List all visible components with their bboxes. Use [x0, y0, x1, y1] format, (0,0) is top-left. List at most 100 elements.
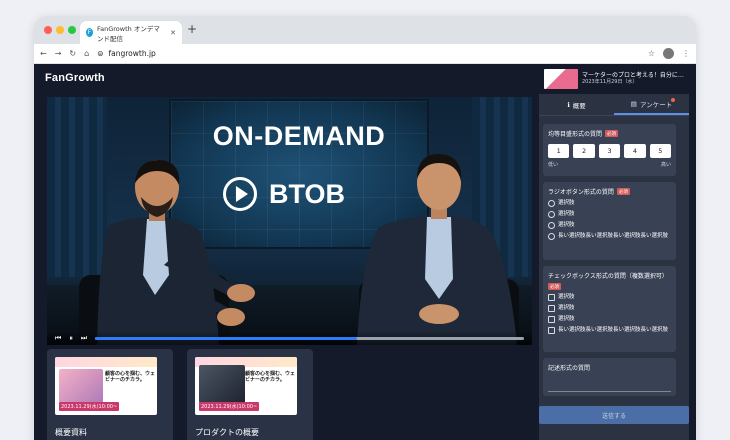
clipboard-icon: ▤	[630, 99, 637, 108]
url-text: fangrowth.jp	[108, 49, 156, 58]
required-badge: 必須	[548, 283, 561, 290]
free-text-input[interactable]	[548, 378, 671, 392]
mini-title: マーケターのプロと考える！自分に…	[582, 72, 684, 79]
speaker-right-figure	[357, 154, 519, 345]
skip-forward-icon[interactable]: ⏭	[81, 334, 87, 343]
checkbox-option[interactable]: 選択肢	[548, 305, 671, 312]
thumb-photo	[199, 365, 245, 403]
info-icon: ℹ	[567, 100, 570, 109]
thumb-band	[55, 357, 157, 367]
checkbox-option[interactable]: 選択肢	[548, 294, 671, 301]
document-list: 顧客の心を掴む、ウェビナーのチカラ。 2023.11.29(水)10:00~ 概…	[47, 349, 313, 440]
pause-icon[interactable]: ⏸	[69, 334, 73, 343]
scale-option-5[interactable]: 5	[649, 144, 672, 158]
question-checkbox: チェックボックス形式の質問（複数選択可） 必須 選択肢 選択肢 選択肢 長い選択…	[543, 266, 676, 352]
option-label: 選択肢	[558, 305, 575, 311]
back-icon[interactable]: ←	[40, 49, 47, 58]
question-title: 記述形式の質問	[548, 365, 591, 372]
forward-icon[interactable]: →	[55, 49, 62, 58]
thumb-date: 2023.11.29(水)10:00~	[59, 402, 120, 411]
mini-session-card[interactable]: マーケターのプロと考える！自分に… 2023年11月29日（水）	[544, 68, 684, 90]
radio-option[interactable]: 選択肢	[548, 200, 671, 207]
browser-tab[interactable]: F FanGrowth オンデマンド配信 ✕	[80, 21, 182, 44]
site-content: FanGrowth ON-DEMAND BTOB ⏮ ⏸ ⏭ 顧客の心を掴む、ウ…	[34, 64, 696, 440]
radio-option[interactable]: 選択肢	[548, 211, 671, 218]
question-text: 記述形式の質問	[543, 358, 676, 396]
mini-date: 2023年11月29日（水）	[582, 79, 638, 85]
panel-tabs: ℹ 概要 ▤ アンケート	[539, 94, 689, 116]
maximize-window-icon[interactable]	[68, 26, 76, 34]
scale-high-label: 高い	[660, 162, 671, 168]
thumb-date: 2023.11.29(水)10:00~	[199, 402, 260, 411]
radio-icon[interactable]	[548, 211, 555, 218]
question-scale: 均等目盛形式の質問 必須 1 2 3 4 5 低い 高い	[543, 124, 676, 176]
checkbox-icon[interactable]	[548, 305, 555, 312]
document-card[interactable]: 顧客の心を掴む、ウェビナーのチカラ。 2023.11.29(水)10:00~ プ…	[187, 349, 313, 440]
scale-option-1[interactable]: 1	[548, 144, 570, 158]
option-label: 選択肢	[558, 316, 575, 322]
tab-title: FanGrowth オンデマンド配信	[97, 24, 160, 43]
checkbox-icon[interactable]	[548, 294, 555, 301]
document-label: プロダクトの概要	[195, 428, 259, 437]
option-label: 長い選択肢長い選択肢長い選択肢長い選択肢	[558, 233, 669, 239]
document-label: 概要資料	[55, 428, 87, 437]
video-player[interactable]: ON-DEMAND BTOB ⏮ ⏸ ⏭	[47, 97, 532, 345]
checkbox-option[interactable]: 選択肢	[548, 316, 671, 323]
required-badge: 必須	[605, 130, 619, 137]
thumb-title: 顧客の心を掴む、ウェビナーのチカラ。	[105, 371, 156, 383]
site-logo[interactable]: FanGrowth	[45, 72, 105, 84]
notification-dot-icon	[671, 98, 675, 102]
document-thumbnail: 顧客の心を掴む、ウェビナーのチカラ。 2023.11.29(水)10:00~	[195, 357, 297, 415]
radio-icon[interactable]	[548, 233, 555, 240]
tab-overview-label: 概要	[572, 101, 586, 110]
question-title: ラジオボタン形式の質問	[548, 189, 614, 196]
checkbox-option[interactable]: 長い選択肢長い選択肢長い選択肢長い選択肢	[548, 327, 671, 334]
home-icon[interactable]: ⌂	[84, 49, 89, 58]
scale-low-label: 低い	[548, 162, 559, 168]
scale-option-2[interactable]: 2	[573, 144, 595, 158]
address-bar[interactable]: ⊜ fangrowth.jp	[97, 46, 640, 61]
thumb-photo	[59, 369, 103, 403]
option-label: 選択肢	[558, 200, 575, 206]
skip-back-icon[interactable]: ⏮	[55, 334, 61, 343]
submit-button[interactable]: 送信する	[539, 406, 689, 424]
speaker-left-figure	[79, 160, 255, 345]
mini-thumbnail	[544, 69, 578, 89]
tab-close-icon[interactable]: ✕	[170, 29, 176, 37]
survey-panel: ℹ 概要 ▤ アンケート 均等目盛形式の質問 必須 1 2 3 4 5 低い 高…	[539, 94, 689, 440]
radio-icon[interactable]	[548, 222, 555, 229]
browser-toolbar: ← → ↻ ⌂ ⊜ fangrowth.jp ☆ ⋮	[34, 44, 696, 64]
checkbox-icon[interactable]	[548, 316, 555, 323]
favicon-icon: F	[86, 28, 93, 37]
profile-avatar-icon[interactable]	[663, 48, 674, 59]
question-title: チェックボックス形式の質問（複数選択可）	[548, 273, 668, 280]
video-progress-bar[interactable]	[95, 336, 524, 340]
close-window-icon[interactable]	[44, 26, 52, 34]
new-tab-icon[interactable]: +	[187, 22, 197, 36]
video-controls: ⏮ ⏸ ⏭	[47, 331, 532, 345]
site-info-icon[interactable]: ⊜	[97, 49, 103, 58]
tab-overview[interactable]: ℹ 概要	[539, 94, 614, 115]
document-card[interactable]: 顧客の心を掴む、ウェビナーのチカラ。 2023.11.29(水)10:00~ 概…	[47, 349, 173, 440]
question-radio: ラジオボタン形式の質問 必須 選択肢 選択肢 選択肢 長い選択肢長い選択肢長い選…	[543, 182, 676, 260]
tab-bar: F FanGrowth オンデマンド配信 ✕ +	[34, 16, 696, 44]
tab-survey[interactable]: ▤ アンケート	[614, 94, 689, 115]
minimize-window-icon[interactable]	[56, 26, 64, 34]
scale-options: 1 2 3 4 5	[548, 144, 672, 158]
radio-option[interactable]: 選択肢	[548, 222, 671, 229]
checkbox-icon[interactable]	[548, 327, 555, 334]
browser-window: F FanGrowth オンデマンド配信 ✕ + ← → ↻ ⌂ ⊜ fangr…	[34, 16, 696, 440]
more-menu-icon[interactable]: ⋮	[682, 49, 690, 58]
right-sidebar: マーケターのプロと考える！自分に… 2023年11月29日（水） ℹ 概要 ▤ …	[539, 64, 689, 440]
scale-option-3[interactable]: 3	[598, 144, 621, 158]
radio-icon[interactable]	[548, 200, 555, 207]
reload-icon[interactable]: ↻	[69, 49, 76, 58]
bookmark-star-icon[interactable]: ☆	[648, 49, 655, 58]
option-label: 選択肢	[558, 211, 575, 217]
video-progress-fill	[95, 336, 357, 340]
tab-survey-label: アンケート	[639, 100, 673, 109]
video-title-line1: ON-DEMAND	[212, 121, 386, 151]
radio-option[interactable]: 長い選択肢長い選択肢長い選択肢長い選択肢	[548, 233, 671, 240]
option-label: 選択肢	[558, 222, 575, 228]
scale-option-4[interactable]: 4	[624, 144, 646, 158]
